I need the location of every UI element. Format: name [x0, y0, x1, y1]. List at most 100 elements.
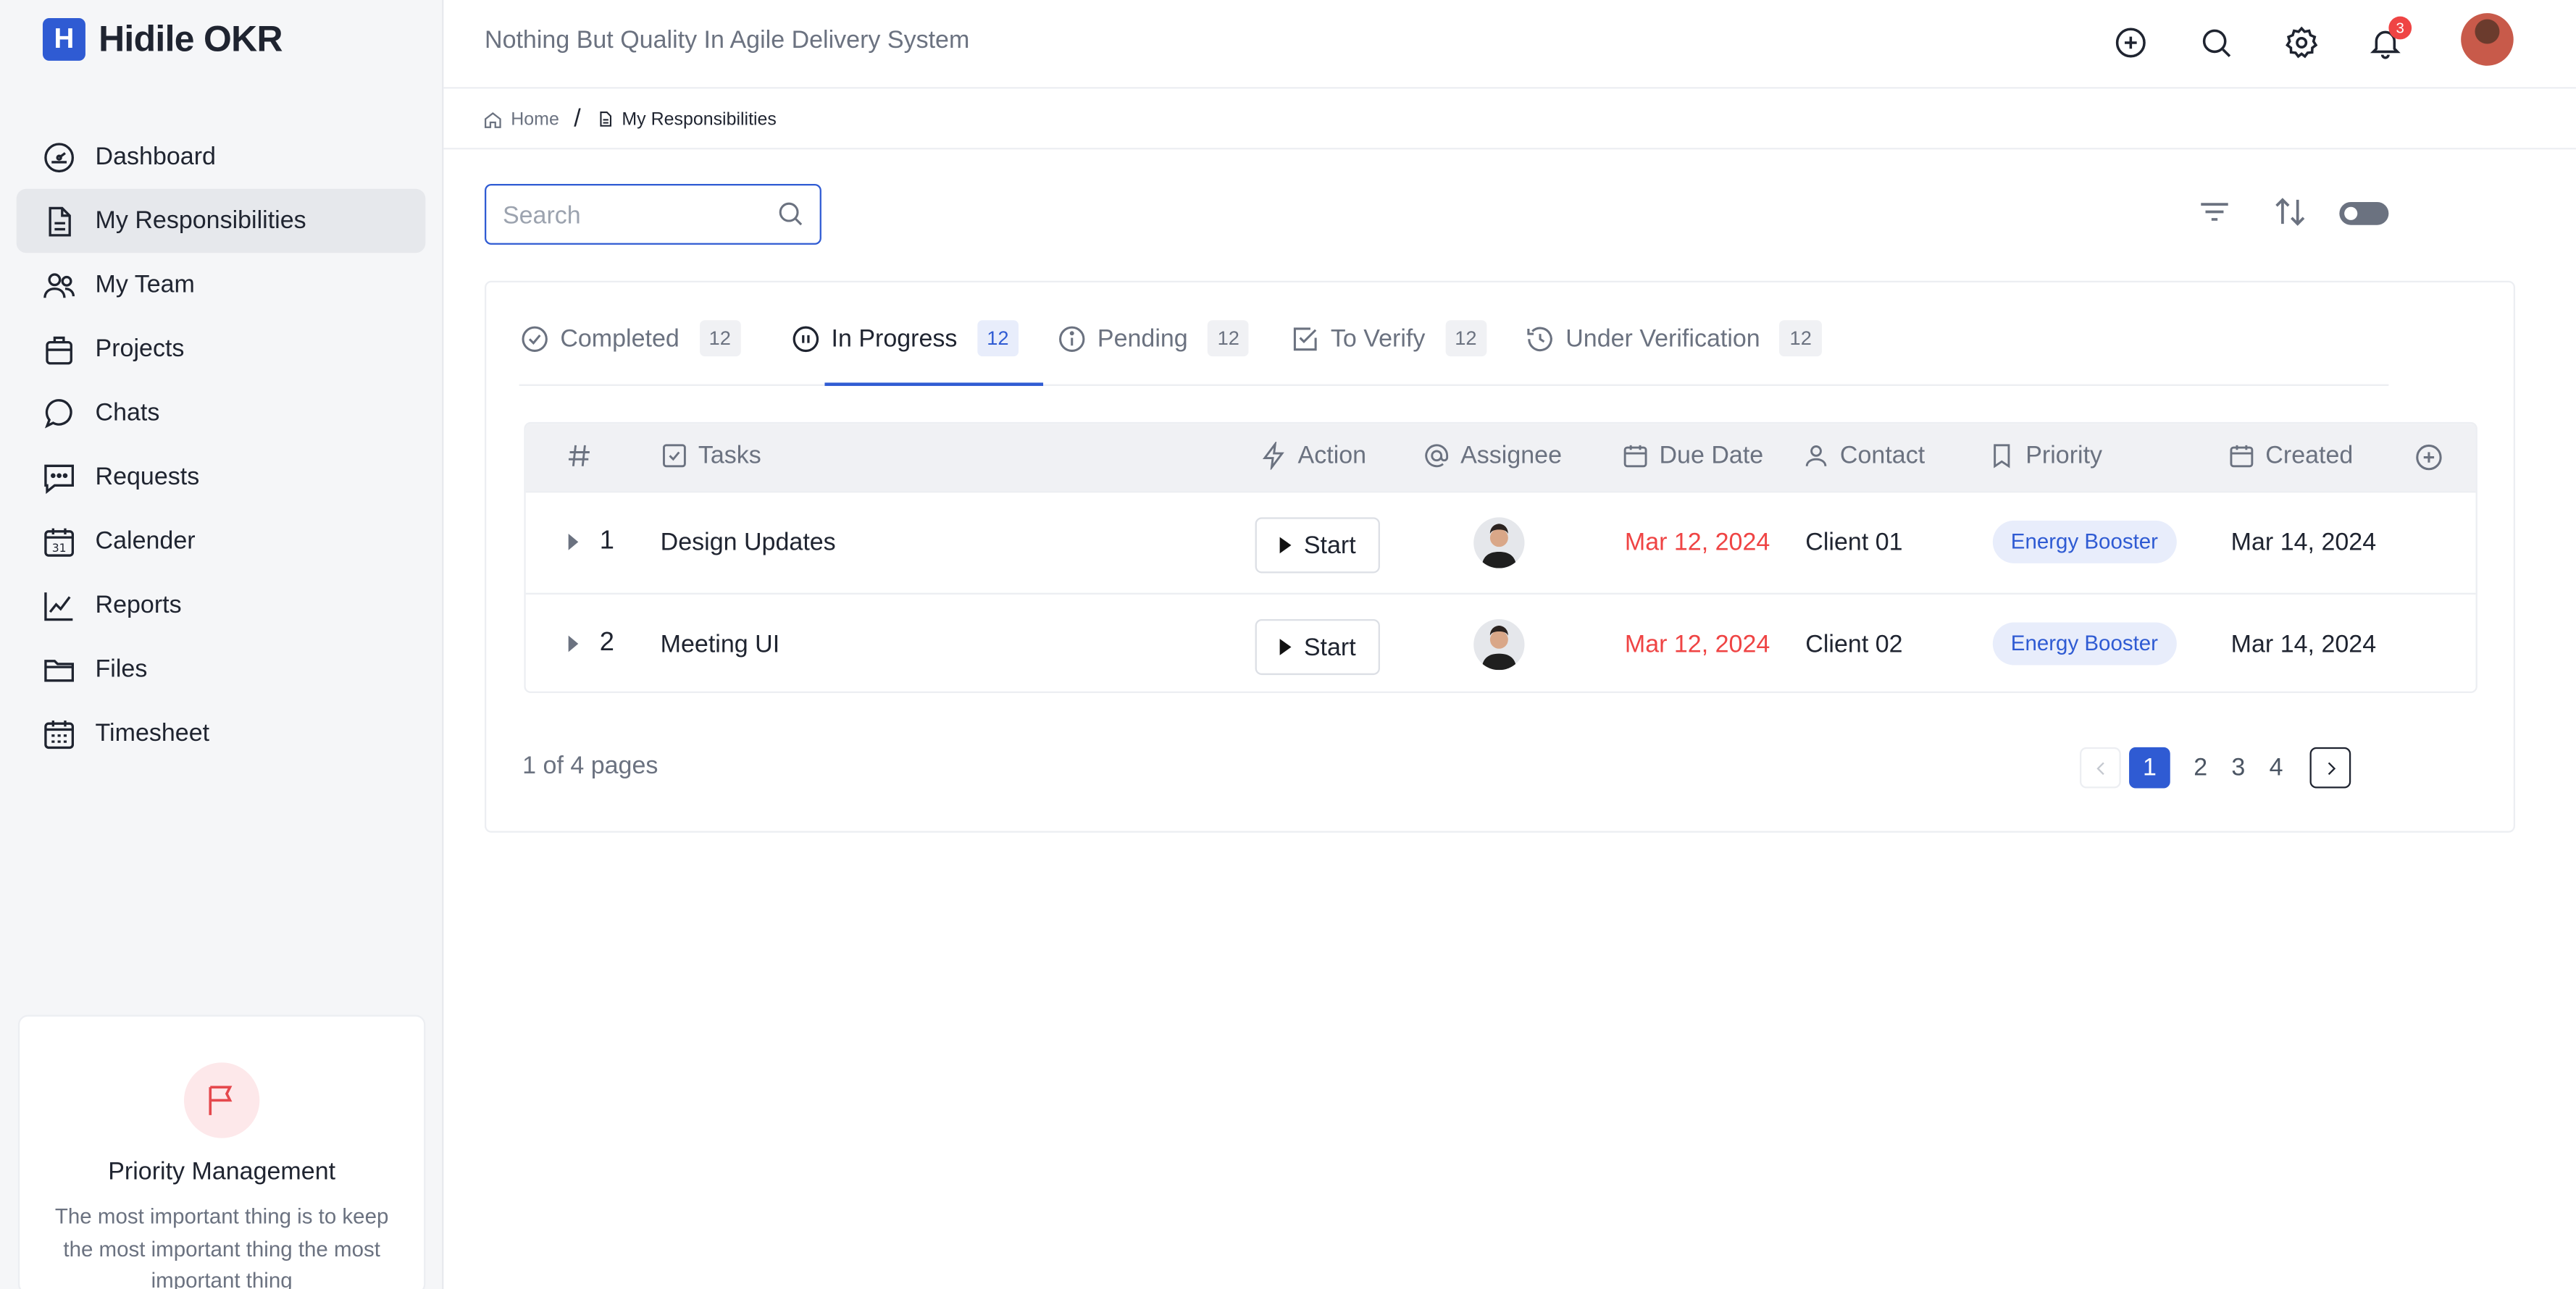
- sidebar-item-timesheet[interactable]: Timesheet: [17, 701, 426, 765]
- search-input[interactable]: [502, 197, 766, 234]
- expand-row-icon[interactable]: [568, 534, 579, 550]
- bell-icon[interactable]: 3: [2364, 16, 2412, 64]
- tasks-table: Tasks Action Assignee Due Date Contact P…: [524, 421, 2477, 694]
- tab-to-verify[interactable]: To Verify 12: [1289, 319, 1487, 358]
- chart-icon: [44, 591, 73, 621]
- sidebar-item-label: Reports: [95, 591, 182, 619]
- notification-badge: 3: [2388, 16, 2412, 40]
- next-page-button[interactable]: [2309, 747, 2351, 789]
- add-column-icon[interactable]: [2413, 442, 2444, 473]
- calendar-icon: 31: [44, 527, 75, 556]
- tab-pending[interactable]: Pending 12: [1056, 319, 1250, 358]
- assignee-avatar[interactable]: [1473, 618, 1525, 671]
- gear-icon[interactable]: [2280, 21, 2323, 64]
- row-number: 2: [599, 629, 614, 658]
- column-header-num: [565, 442, 593, 470]
- page-3-button[interactable]: 3: [2218, 747, 2259, 789]
- breadcrumb: Home / My Responsibilities: [483, 105, 777, 133]
- view-toggle[interactable]: [2339, 201, 2389, 225]
- bookmark-icon: [1994, 444, 2010, 469]
- column-label: Priority: [2025, 442, 2103, 470]
- column-header-due-date[interactable]: Due Date: [1621, 442, 1763, 470]
- app-window: H Hidile OKR Dashboard My Responsibiliti…: [0, 0, 2576, 1289]
- search-box[interactable]: [485, 183, 821, 245]
- sort-icon[interactable]: [2272, 194, 2308, 238]
- column-label: Tasks: [698, 442, 761, 470]
- task-name[interactable]: Meeting UI: [661, 631, 780, 659]
- column-header-contact[interactable]: Contact: [1802, 442, 1925, 470]
- sidebar-item-chats[interactable]: Chats: [17, 381, 426, 445]
- column-header-assignee[interactable]: Assignee: [1423, 442, 1562, 470]
- add-icon[interactable]: [2109, 21, 2152, 64]
- start-button[interactable]: Start: [1255, 517, 1380, 574]
- priority-management-card: Priority Management The most important t…: [17, 1015, 426, 1289]
- column-label: Action: [1297, 442, 1367, 470]
- chevron-left-icon: [2096, 761, 2104, 774]
- sidebar-item-requests[interactable]: Requests: [17, 445, 426, 509]
- divider: [443, 148, 2576, 150]
- column-header-created[interactable]: Created: [2228, 442, 2353, 470]
- user-icon: [1805, 445, 1827, 466]
- sidebar-item-label: Timesheet: [95, 719, 210, 747]
- tab-count: 12: [1207, 320, 1250, 357]
- created-date: Mar 14, 2024: [2230, 529, 2377, 557]
- tab-label: Completed: [560, 324, 679, 353]
- column-label: Created: [2265, 442, 2354, 470]
- tab-label: Under Verification: [1565, 324, 1760, 353]
- tab-under-verification[interactable]: Under Verification 12: [1525, 319, 1822, 358]
- sidebar-item-files[interactable]: Files: [17, 637, 426, 701]
- assignee-avatar[interactable]: [1473, 517, 1525, 568]
- start-button[interactable]: Start: [1255, 618, 1380, 676]
- start-label: Start: [1303, 531, 1356, 560]
- prev-page-button[interactable]: [2080, 747, 2121, 789]
- page-4-button[interactable]: 4: [2256, 747, 2297, 789]
- page-1-button[interactable]: 1: [2129, 747, 2170, 789]
- sidebar-nav: Dashboard My Responsibilities My Team Pr…: [16, 125, 426, 765]
- column-header-tasks[interactable]: Tasks: [661, 442, 761, 470]
- start-label: Start: [1303, 633, 1356, 661]
- row-number: 1: [599, 526, 614, 555]
- sidebar: H Hidile OKR Dashboard My Responsibiliti…: [0, 0, 444, 1289]
- calendar-icon: [2230, 445, 2254, 468]
- play-icon: [1279, 639, 1291, 655]
- filter-icon[interactable]: [2196, 194, 2233, 238]
- sidebar-item-projects[interactable]: Projects: [17, 317, 426, 381]
- chevron-right-icon: [2327, 761, 2335, 774]
- page-2-button[interactable]: 2: [2180, 747, 2221, 789]
- task-name[interactable]: Design Updates: [661, 529, 836, 557]
- sidebar-item-reports[interactable]: Reports: [17, 573, 426, 637]
- sidebar-item-my-team[interactable]: My Team: [17, 253, 426, 316]
- history-icon: [1527, 326, 1552, 350]
- sidebar-item-dashboard[interactable]: Dashboard: [17, 125, 426, 188]
- tab-count: 12: [977, 320, 1019, 357]
- tab-count: 12: [1444, 320, 1487, 357]
- sidebar-item-label: Requests: [95, 463, 200, 492]
- breadcrumb-home[interactable]: Home: [511, 109, 559, 129]
- contact: Client 01: [1805, 529, 1903, 557]
- tab-in-progress[interactable]: In Progress 12: [790, 319, 1019, 358]
- sidebar-item-label: My Responsibilities: [95, 206, 306, 235]
- sidebar-item-label: Calender: [95, 526, 196, 555]
- tab-completed[interactable]: Completed 12: [519, 319, 741, 358]
- check-circle-icon: [522, 325, 548, 351]
- search-icon[interactable]: [2195, 21, 2238, 64]
- table-row[interactable]: 2 Meeting UI Start Mar 12, 2024 Client 0…: [525, 592, 2476, 692]
- brand[interactable]: H Hidile OKR: [42, 17, 283, 61]
- due-date: Mar 12, 2024: [1624, 529, 1770, 557]
- column-header-priority[interactable]: Priority: [1988, 442, 2102, 470]
- chat-icon: [44, 398, 72, 428]
- sidebar-item-my-responsibilities[interactable]: My Responsibilities: [16, 188, 426, 253]
- priority-badge: Energy Booster: [1992, 622, 2176, 666]
- document-icon: [49, 206, 71, 236]
- column-header-action[interactable]: Action: [1260, 442, 1366, 470]
- tab-label: In Progress: [831, 324, 958, 353]
- user-avatar[interactable]: [2461, 13, 2514, 66]
- table-row[interactable]: 1 Design Updates Start Mar 12, 2024 Clie…: [525, 491, 2476, 593]
- expand-row-icon[interactable]: [568, 635, 579, 652]
- search-icon[interactable]: [775, 198, 805, 228]
- sidebar-item-calender[interactable]: 31 Calender: [17, 509, 426, 573]
- document-icon: [599, 112, 611, 127]
- table-header: Tasks Action Assignee Due Date Contact P…: [525, 424, 2476, 492]
- bolt-icon: [1262, 442, 1284, 470]
- sidebar-item-label: Files: [95, 655, 148, 684]
